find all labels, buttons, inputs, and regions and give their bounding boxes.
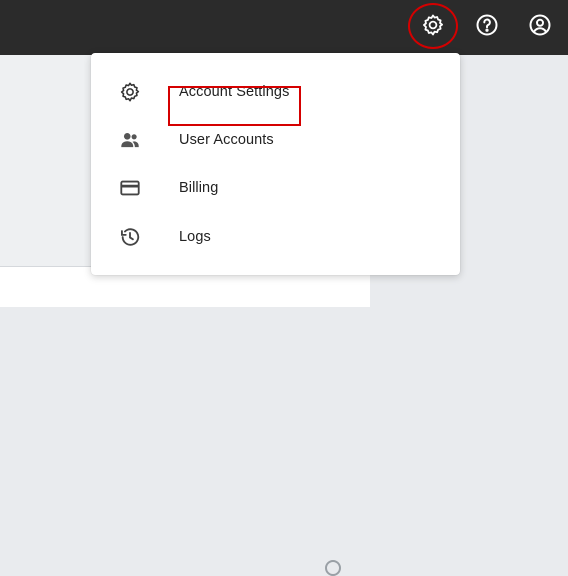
menu-item-label: Account Settings bbox=[179, 84, 290, 100]
settings-dropdown-menu: Account Settings User Accounts Billing L… bbox=[91, 53, 460, 275]
account-button[interactable] bbox=[517, 5, 563, 49]
gear-icon bbox=[421, 13, 445, 42]
menu-item-user-accounts[interactable]: User Accounts bbox=[91, 116, 460, 164]
account-circle-icon bbox=[528, 13, 552, 42]
menu-item-label: Logs bbox=[179, 229, 211, 245]
settings-button[interactable] bbox=[410, 5, 456, 49]
menu-item-logs[interactable]: Logs bbox=[91, 213, 460, 261]
help-circle-icon bbox=[475, 13, 499, 42]
menu-item-account-settings[interactable]: Account Settings bbox=[91, 68, 460, 126]
top-app-bar bbox=[0, 0, 568, 55]
gear-icon bbox=[118, 80, 142, 104]
info-icon bbox=[325, 560, 341, 576]
history-icon bbox=[118, 225, 142, 249]
menu-item-billing[interactable]: Billing bbox=[91, 164, 460, 212]
users-icon bbox=[118, 128, 142, 152]
menu-item-label: User Accounts bbox=[179, 132, 274, 148]
menu-item-label: Billing bbox=[179, 180, 219, 196]
help-button[interactable] bbox=[464, 5, 510, 49]
credit-card-icon bbox=[118, 176, 142, 200]
